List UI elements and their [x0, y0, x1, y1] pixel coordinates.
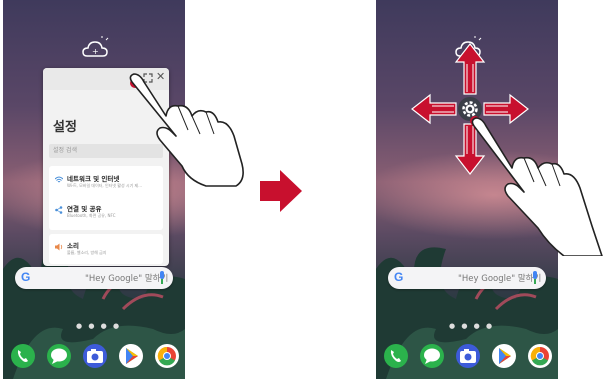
page-indicator: ● ● ● ● — [76, 322, 122, 330]
google-logo: G — [21, 270, 31, 284]
settings-item-connection[interactable]: 연결 및 공유 Bluetooth, 화면 공유, NFC — [49, 198, 163, 226]
messages-icon[interactable] — [47, 344, 71, 368]
share-icon — [55, 206, 63, 214]
google-logo: G — [394, 270, 404, 284]
app-dock — [11, 344, 179, 370]
left-phone-screen: + ✕ 설정 설정 검색 네트워크 및 인터넷 Wi-Fi, 모바일 데이터, … — [3, 0, 185, 379]
app-dock — [384, 344, 552, 370]
settings-item-label: 소리 — [67, 242, 79, 250]
play-store-icon[interactable] — [119, 344, 143, 368]
settings-card-sound: 소리 볼륨, 벨소리, 방해 금지 — [49, 234, 163, 264]
camera-icon[interactable] — [83, 344, 107, 368]
svg-text:+: + — [92, 47, 99, 56]
right-arrow-icon — [260, 170, 302, 212]
pointing-hand-right — [471, 117, 603, 256]
chrome-icon[interactable] — [155, 344, 179, 368]
camera-icon[interactable] — [456, 344, 480, 368]
pointing-hand-left — [129, 73, 244, 187]
weather-icon: + — [82, 36, 109, 57]
chrome-icon[interactable] — [528, 344, 552, 368]
messages-icon[interactable] — [420, 344, 444, 368]
settings-item-label: 연결 및 공유 — [67, 205, 102, 213]
settings-item-subtitle: 볼륨, 벨소리, 방해 금지 — [67, 250, 107, 255]
phone-icon[interactable] — [11, 344, 35, 368]
hey-google-hint: "Hey Google" 말하기 — [458, 274, 542, 284]
speaker-icon — [55, 243, 63, 251]
wifi-icon — [55, 176, 63, 183]
settings-item-subtitle: Bluetooth, 화면 공유, NFC — [67, 213, 116, 218]
play-store-icon[interactable] — [492, 344, 516, 368]
hey-google-hint: "Hey Google" 말하기 — [85, 274, 169, 284]
widget-title: 설정 — [53, 120, 77, 135]
google-search-bar[interactable]: G "Hey Google" 말하기 — [388, 267, 546, 289]
microphone-icon[interactable] — [158, 271, 166, 284]
settings-item-label: 네트워크 및 인터넷 — [67, 175, 120, 183]
microphone-icon[interactable] — [531, 271, 539, 284]
page-indicator: ● ● ● ● — [449, 322, 495, 330]
phone-icon[interactable] — [384, 344, 408, 368]
google-search-bar[interactable]: G "Hey Google" 말하기 — [15, 267, 173, 289]
settings-item-sound[interactable]: 소리 볼륨, 벨소리, 방해 금지 — [49, 235, 163, 263]
